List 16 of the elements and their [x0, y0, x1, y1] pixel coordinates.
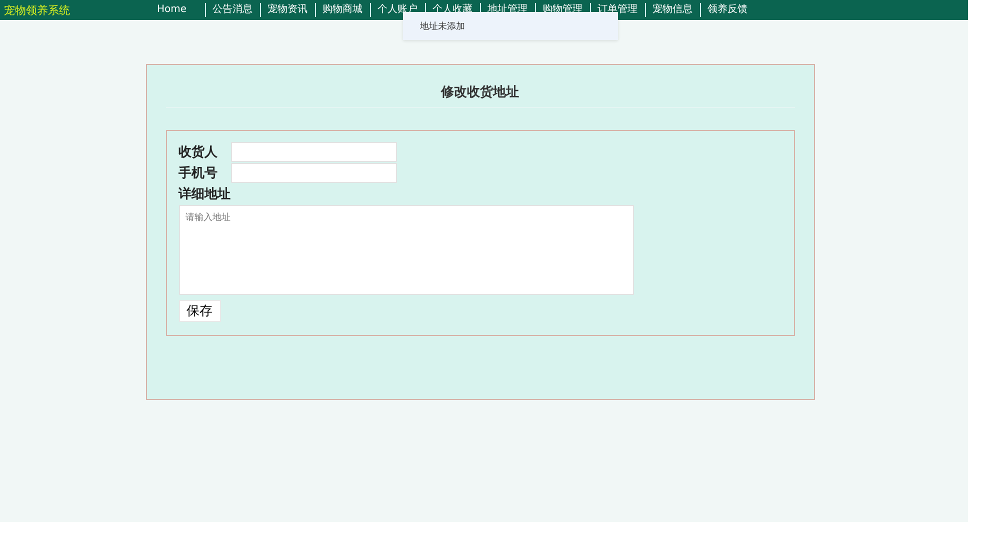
form-title: 修改收货地址: [166, 65, 794, 108]
brand-title: 宠物领养系统: [3, 2, 71, 18]
input-field[interactable]: [230, 163, 396, 183]
address-field[interactable]: 请输入地址: [178, 205, 634, 295]
field-label: 手机号: [178, 164, 218, 182]
nav-link[interactable]: 购物商城: [314, 3, 370, 17]
nav-link[interactable]: 领养反馈: [700, 3, 755, 17]
nav-link[interactable]: 公告消息: [204, 3, 260, 17]
nav-link[interactable]: Home: [150, 3, 205, 17]
save-button[interactable]: 保存: [178, 300, 220, 322]
menu-item[interactable]: 地址未添加: [403, 20, 465, 32]
nav-link[interactable]: 宠物资讯: [260, 3, 315, 17]
nav-link[interactable]: 宠物信息: [644, 3, 700, 17]
field-label: 收货人: [178, 144, 218, 161]
field-label: 详细地址: [178, 186, 230, 203]
input-field[interactable]: [230, 142, 396, 162]
